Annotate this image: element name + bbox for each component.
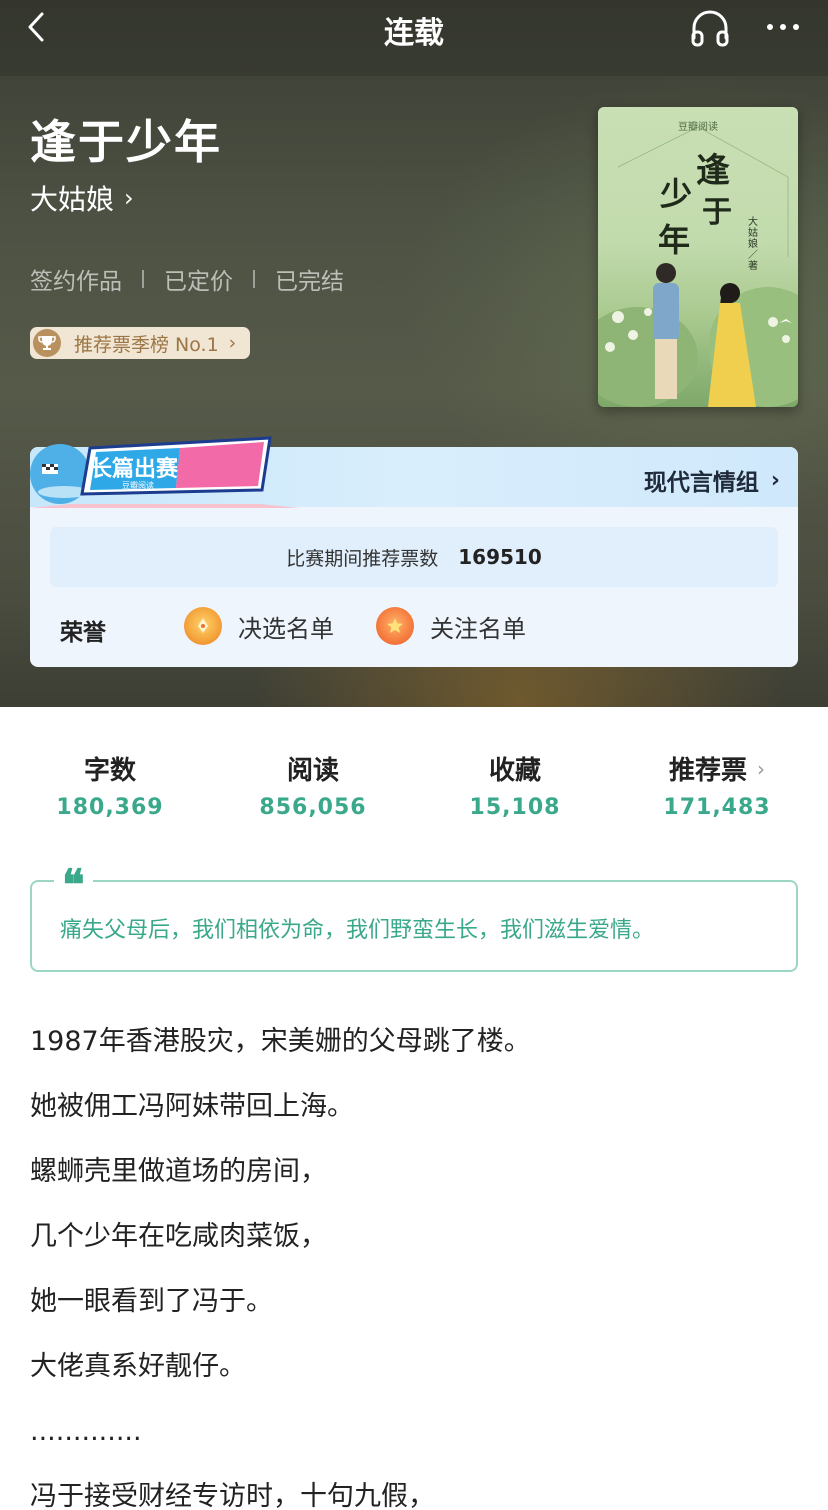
cover-title-char: 逢 (696, 151, 730, 191)
synopsis-line: 1987年香港股灾，宋美姗的父母跳了楼。 (30, 1026, 531, 1057)
tag-divider (253, 270, 255, 288)
stat-favorites: 收藏 15,108 (415, 750, 615, 820)
stat-label: 阅读 (286, 756, 339, 786)
honor-watchlist-label: 关注名单 (430, 614, 526, 643)
stat-recommend-votes[interactable]: 推荐票 › 171,483 (617, 750, 817, 820)
synopsis-line: 冯于接受财经专访时，十句九假， (30, 1481, 435, 1510)
stat-label: 推荐票 (668, 756, 747, 786)
tag-signed: 签约作品 (30, 269, 122, 295)
rank-badge-label: 推荐票季榜 No.1 (74, 333, 219, 356)
contest-group-link[interactable]: 现代言情组 › (644, 463, 780, 497)
contest-logo-sub: 豆瓣阅读 (122, 480, 154, 490)
headphones-icon (691, 10, 729, 47)
contest-logo: 长篇出赛 豆瓣阅读 (30, 436, 300, 508)
contest-votes-value: 169510 (458, 545, 542, 569)
listen-button[interactable] (690, 8, 730, 48)
synopsis-line: 她一眼看到了冯于。 (30, 1286, 273, 1317)
synopsis: 1987年香港股灾，宋美姗的父母跳了楼。 她被佣工冯阿妹带回上海。 螺蛳壳里做道… (30, 1022, 798, 1510)
more-dots-icon (767, 24, 799, 30)
chevron-right-icon: › (228, 332, 237, 354)
cover-title-char: 于 (702, 195, 732, 230)
tag-priced: 已定价 (164, 269, 233, 295)
contest-votes-label: 比赛期间推荐票数 (286, 547, 439, 570)
stat-label: 字数 (83, 756, 136, 786)
stat-value: 171,483 (663, 795, 771, 820)
synopsis-line: 几个少年在吃咸肉菜饭， (30, 1221, 327, 1252)
cover-brand: 豆瓣阅读 (678, 122, 718, 133)
honor-label: 荣誉 (60, 620, 106, 646)
author-link[interactable]: 大姑娘 › (30, 178, 134, 218)
honor-finalist[interactable]: 决选名单 (184, 607, 334, 645)
cover-author: 大姑娘／著 (748, 217, 758, 272)
tag-divider (142, 270, 144, 288)
star-medal-icon (376, 607, 414, 645)
nav-bar: 连载 (0, 0, 828, 76)
contest-logo-text: 长篇出赛 (90, 456, 179, 482)
more-button[interactable] (764, 12, 804, 42)
cover-title-char: 少 (660, 175, 693, 213)
book-tags: 签约作品 已定价 已完结 (30, 262, 344, 296)
stat-reads: 阅读 856,056 (213, 750, 413, 820)
chevron-right-icon: › (124, 184, 134, 212)
stat-value: 15,108 (469, 795, 561, 820)
rank-badge[interactable]: 推荐票季榜 No.1 › (30, 327, 251, 359)
quote-icon: ❝ (54, 864, 93, 906)
tagline-quote: ❝ 痛失父母后，我们相依为命，我们野蛮生长，我们滋生爱情。 (30, 864, 798, 972)
cover-title-char: 年 (658, 221, 691, 259)
stat-word-count: 字数 180,369 (10, 750, 210, 820)
synopsis-line: 她被佣工冯阿妹带回上海。 (30, 1091, 354, 1122)
book-cover[interactable]: 豆瓣阅读 逢 于 少 年 大姑娘／著 (598, 107, 798, 407)
author-name: 大姑娘 (30, 183, 115, 216)
chevron-right-icon: › (770, 467, 780, 493)
honor-watchlist[interactable]: 关注名单 (376, 607, 526, 645)
contest-votes: 比赛期间推荐票数 169510 (50, 527, 778, 587)
synopsis-line: 螺蛳壳里做道场的房间， (30, 1156, 327, 1187)
honor-finalist-label: 决选名单 (238, 614, 334, 643)
book-header-background: 连载 逢于少年 大姑娘 › 签约作品 已定价 已完结 推荐票季榜 No.1 › … (0, 0, 828, 707)
stat-label-wrap: 推荐票 › (669, 750, 765, 787)
tagline-text: 痛失父母后，我们相依为命，我们野蛮生长，我们滋生爱情。 (60, 918, 655, 943)
contest-group-label: 现代言情组 (643, 470, 759, 496)
stat-label: 收藏 (488, 756, 541, 786)
trophy-icon (33, 329, 61, 357)
chevron-right-icon: › (757, 756, 765, 781)
stat-value: 856,056 (259, 795, 367, 820)
stat-value: 180,369 (56, 795, 164, 820)
book-title: 逢于少年 (30, 115, 222, 169)
tag-completed: 已完结 (275, 269, 344, 295)
synopsis-line: 大佬真系好靓仔。 (30, 1351, 246, 1382)
pen-medal-icon (184, 607, 222, 645)
synopsis-line: ............. (30, 1416, 142, 1447)
